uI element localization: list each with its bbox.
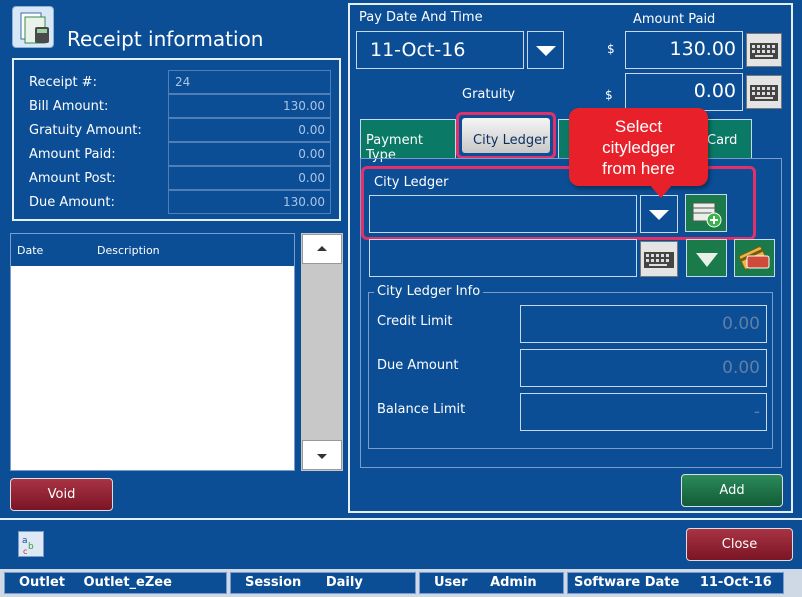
status-session: Session Daily <box>230 572 416 594</box>
card-swipe-button[interactable] <box>734 239 775 277</box>
amount-paid-value: 130.00 <box>669 38 736 60</box>
keyboard-icon <box>644 252 674 268</box>
status-outlet-value: Outlet_eZee <box>83 575 172 590</box>
status-user-value: Admin <box>490 575 537 590</box>
pay-date-value: 11-Oct-16 <box>370 39 466 61</box>
status-outlet-label: Outlet <box>19 575 66 590</box>
status-user-label: User <box>434 575 468 590</box>
balance-limit-field: - <box>520 393 767 431</box>
caret-up-icon <box>317 246 327 251</box>
pay-date-field[interactable]: 11-Oct-16 <box>356 31 524 69</box>
balance-limit-value: - <box>753 402 760 422</box>
spell-check-button[interactable]: abc <box>18 531 44 557</box>
tab-city-ledger-label: City Ledger <box>473 133 548 148</box>
keyboard-button-reference[interactable] <box>640 241 678 277</box>
add-button[interactable]: Add <box>681 474 783 507</box>
chevron-down-icon <box>535 46 556 56</box>
receipt-row-label: Bill Amount: <box>29 99 109 114</box>
tab-payment-type[interactable]: Payment Type <box>360 119 456 163</box>
credit-limit-value: 0.00 <box>722 314 760 334</box>
column-header-date: Date <box>17 244 44 257</box>
status-session-label: Session <box>245 575 302 590</box>
caret-down-icon <box>317 454 327 459</box>
chevron-down-icon <box>649 210 669 220</box>
void-button-label: Void <box>47 487 76 502</box>
receipt-app-icon <box>12 6 54 48</box>
void-button[interactable]: Void <box>10 478 113 511</box>
due-amount-field: 0.00 <box>520 349 767 387</box>
city-ledger-dropdown-button[interactable] <box>640 195 678 233</box>
transaction-list[interactable]: Date Description <box>10 233 295 471</box>
city-ledger-info-title: City Ledger Info <box>374 284 484 299</box>
bottom-divider <box>0 518 802 520</box>
receipt-row-value: 24 <box>168 70 331 94</box>
column-header-description: Description <box>97 244 160 257</box>
keyboard-button[interactable] <box>746 33 782 67</box>
receipt-row-value: 0.00 <box>168 142 331 166</box>
receipt-row-value: 130.00 <box>168 94 331 118</box>
tab-card-label: Card <box>707 133 738 148</box>
pay-date-dropdown-button[interactable] <box>527 31 564 69</box>
receipt-row-label: Gratuity Amount: <box>29 123 142 138</box>
keyboard-icon <box>750 43 778 59</box>
filter-down-button[interactable] <box>686 239 727 277</box>
due-amount-value: 0.00 <box>722 358 760 378</box>
gratuity-currency-symbol: $ <box>605 88 613 102</box>
receipt-row-label: Amount Paid: <box>29 147 116 162</box>
spell-check-icon: abc <box>22 536 34 556</box>
receipt-row-value: 0.00 <box>168 118 331 142</box>
receipt-row-label: Receipt #: <box>29 75 97 90</box>
callout-pointer <box>649 184 673 198</box>
reference-field[interactable] <box>369 239 637 277</box>
add-city-ledger-button[interactable] <box>685 194 727 232</box>
status-software-date-label: Software Date <box>574 575 680 590</box>
credit-limit-label: Credit Limit <box>377 314 453 329</box>
credit-limit-field: 0.00 <box>520 305 767 343</box>
status-software-date-value: 11-Oct-16 <box>699 575 772 590</box>
page-title: Receipt information <box>67 27 264 51</box>
callout-bubble: Select cityledger from here <box>569 108 708 186</box>
status-user: User Admin <box>419 572 564 594</box>
close-button[interactable]: Close <box>686 528 793 561</box>
add-record-icon <box>692 202 722 228</box>
list-scrollbar[interactable] <box>301 233 343 471</box>
scroll-down-button[interactable] <box>302 440 342 470</box>
status-software-date: Software Date 11-Oct-16 <box>567 572 784 594</box>
keyboard-button-gratuity[interactable] <box>746 75 782 109</box>
scroll-up-button[interactable] <box>302 234 342 264</box>
balance-limit-label: Balance Limit <box>377 402 466 417</box>
keyboard-icon <box>750 85 778 101</box>
amount-paid-label: Amount Paid <box>633 12 716 27</box>
tab-city-ledger[interactable]: City Ledger <box>456 112 556 159</box>
triangle-down-icon <box>695 253 718 267</box>
receipt-row-value: 130.00 <box>168 190 331 214</box>
svg-text:a: a <box>22 536 28 546</box>
receipt-row-label: Amount Post: <box>29 171 116 186</box>
status-session-value: Daily <box>325 575 363 590</box>
status-outlet: Outlet Outlet_eZee <box>4 572 227 594</box>
gratuity-field[interactable]: 0.00 <box>625 73 743 111</box>
credit-card-icon <box>738 246 770 270</box>
currency-symbol: $ <box>607 42 615 56</box>
add-button-label: Add <box>719 483 745 498</box>
amount-paid-field[interactable]: 130.00 <box>625 31 743 69</box>
city-ledger-label: City Ledger <box>374 175 449 190</box>
close-button-label: Close <box>721 537 758 552</box>
list-header: Date Description <box>11 234 294 266</box>
svg-text:b: b <box>28 542 34 552</box>
receipt-row-label: Due Amount: <box>29 195 115 210</box>
city-ledger-select[interactable] <box>369 195 637 233</box>
pay-date-label: Pay Date And Time <box>359 10 483 25</box>
gratuity-label: Gratuity <box>462 87 516 102</box>
receipt-row-value: 0.00 <box>168 166 331 190</box>
svg-text:c: c <box>23 547 27 556</box>
due-amount-label: Due Amount <box>377 358 459 373</box>
gratuity-value: 0.00 <box>693 80 736 102</box>
callout-text: Select cityledger from here <box>602 117 675 178</box>
